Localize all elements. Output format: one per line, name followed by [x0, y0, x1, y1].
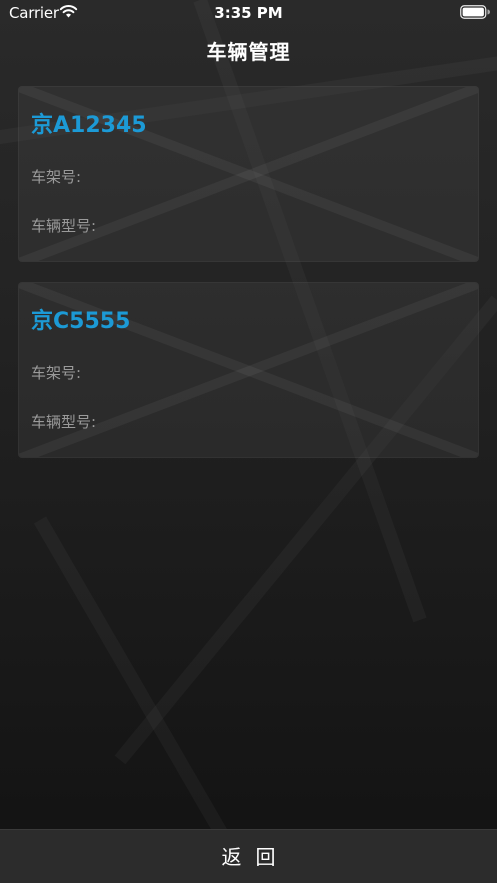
vehicle-card[interactable]: 京C5555 车架号: 车辆型号: — [18, 282, 479, 458]
status-bar: Carrier 3:35 PM — [0, 0, 497, 26]
license-plate: 京C5555 — [31, 309, 131, 334]
license-plate: 京A12345 — [31, 113, 147, 138]
vehicle-management-screen: Carrier 3:35 PM 车辆管理 京A12345 车架号: 车辆型号: … — [0, 0, 497, 883]
vehicle-model-label: 车辆型号: — [31, 217, 97, 235]
back-button[interactable]: 返回 — [0, 830, 497, 883]
bottom-bar: 返回 — [0, 829, 497, 883]
frame-number-label: 车架号: — [31, 364, 82, 382]
frame-number-label: 车架号: — [31, 168, 82, 186]
vehicle-card[interactable]: 京A12345 车架号: 车辆型号: — [18, 86, 479, 262]
battery-icon — [460, 5, 490, 19]
vehicle-model-label: 车辆型号: — [31, 413, 97, 431]
clock-time: 3:35 PM — [214, 4, 283, 22]
page-title: 车辆管理 — [206, 40, 291, 64]
